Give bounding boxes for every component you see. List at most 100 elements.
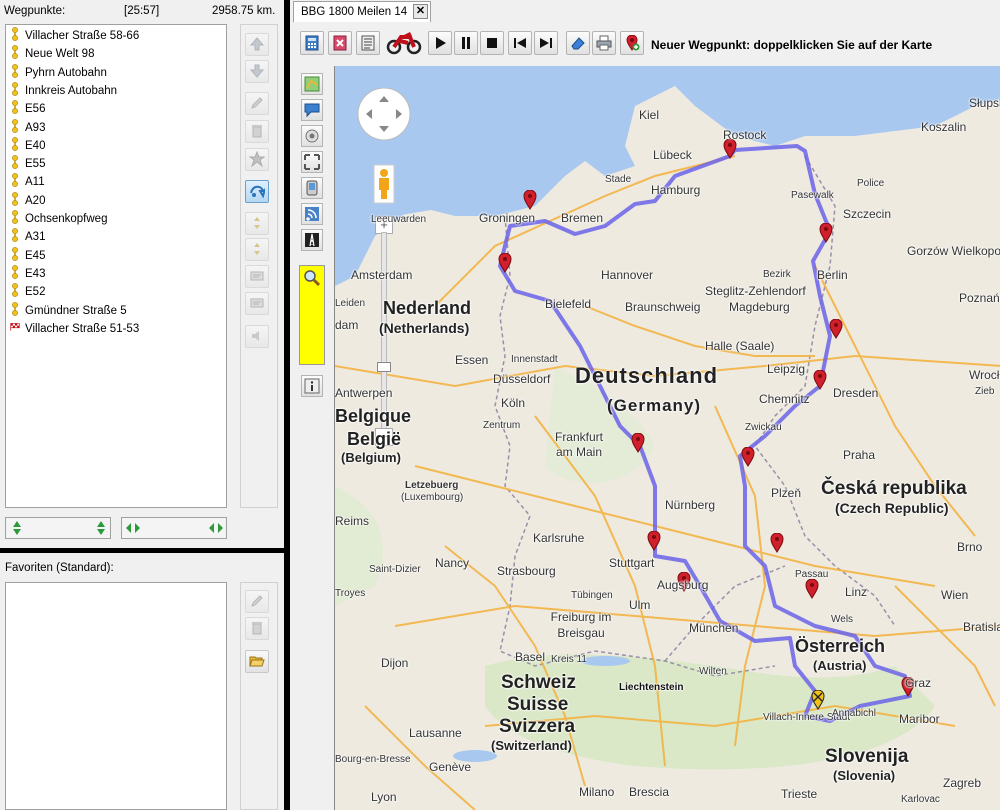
skip-back-button[interactable] [508,31,532,55]
star-favorite-button[interactable] [245,148,269,171]
close-icon[interactable]: ✕ [413,4,428,19]
waypoint-name: E45 [25,249,46,262]
route-marker[interactable] [647,531,661,551]
route-marker[interactable] [829,319,843,339]
waypoint-item[interactable]: A93 [10,118,45,137]
pause-button[interactable] [454,31,478,55]
route-marker[interactable] [805,579,819,599]
waypoint-item[interactable]: E45 [10,246,46,265]
country-label: (Belgium) [341,450,401,465]
skip-forward-button[interactable] [534,31,558,55]
city-label: Leiden [335,298,366,309]
city-label: Kreis 11 [551,654,587,665]
route-calc-icon[interactable] [328,31,352,55]
play-button[interactable] [428,31,452,55]
open-folder-button[interactable] [245,650,269,673]
waypoint-nav-left-right[interactable] [121,517,227,539]
info-icon[interactable] [301,375,323,397]
move-up-button[interactable] [245,33,269,56]
delete-waypoint-button[interactable] [245,120,269,143]
print-icon[interactable] [592,31,616,55]
waypoint-item[interactable]: Villacher Straße 58-66 [10,27,139,45]
speech-bubble-icon[interactable] [301,99,323,121]
import-button[interactable] [245,265,269,288]
street-view-icon[interactable] [373,164,395,204]
waypoint-item[interactable]: E56 [10,100,45,118]
city-label: Essen [455,353,489,367]
route-marker[interactable] [523,190,537,210]
route-marker[interactable] [770,533,784,553]
city-label: Letzebuerg [405,480,459,491]
start-marker[interactable] [811,690,825,710]
city-label: Brno [957,540,983,554]
city-label: dam [335,318,359,332]
sort-down-button[interactable] [245,238,269,261]
route-marker[interactable] [498,253,512,273]
route-marker[interactable] [741,447,755,467]
waypoint-item[interactable]: A31 [10,228,45,246]
waypoint-item[interactable]: Neue Welt 98 [10,45,94,63]
map-layer-icon[interactable] [301,73,323,95]
edit-waypoint-button[interactable] [245,92,269,115]
pan-control[interactable] [356,86,412,142]
waypoint-item[interactable]: Innkreis Autobahn [10,81,117,100]
city-label: Plzeň [771,486,802,500]
route-marker[interactable] [819,223,833,243]
waypoint-item[interactable]: E40 [10,136,45,155]
waypoint-name: E43 [25,267,46,280]
delete-favorite-button[interactable] [245,617,269,640]
map-canvas[interactable] [335,66,1000,810]
calculator-icon[interactable] [300,31,324,55]
waypoint-item[interactable]: A20 [10,191,46,210]
device-icon[interactable] [301,177,323,199]
eraser-icon[interactable] [566,31,590,55]
waypoint-item[interactable]: Villacher Straße 51-53 [10,320,139,338]
waypoint-item[interactable]: Gmündner Straße 5 [10,301,127,320]
waypoint-item[interactable]: E52 [10,283,45,301]
route-marker[interactable] [631,433,645,453]
city-label: Braunschweig [625,300,701,314]
map-view[interactable]: + − Deutschland (Germany) Nederland (Net… [334,66,1000,810]
pin-icon [12,63,18,78]
panel-divider[interactable] [0,548,286,553]
waypoint-item[interactable]: Pyhrn Autobahn [10,63,107,82]
waypoint-list[interactable]: Villacher Straße 58-66 Neue Welt 98 Pyhrn … [5,24,227,508]
road-icon[interactable] [301,229,323,251]
fullscreen-icon[interactable] [301,151,323,173]
search-icon[interactable] [303,269,321,287]
route-marker[interactable] [723,139,737,159]
rss-icon[interactable] [301,203,323,225]
waypoint-item[interactable]: Ochsenkopfweg [10,210,107,228]
search-panel[interactable] [299,265,325,365]
route-marker[interactable] [813,370,827,390]
city-label: Hamburg [651,183,701,197]
city-label: Linz [845,585,868,599]
speaker-icon[interactable] [245,325,269,348]
waypoint-item[interactable]: E55 [10,155,45,173]
optimize-route-button[interactable] [245,180,269,203]
motorcycle-icon[interactable] [386,29,422,55]
city-label: Wels [831,614,854,625]
city-label: Genève [429,760,472,774]
city-label: Bratislava [963,620,1000,634]
favorites-list[interactable] [5,582,227,810]
city-label: Ulm [629,598,651,612]
tab-route[interactable]: BBG 1800 Meilen 14 ✕ [293,1,431,22]
list-icon[interactable] [356,31,380,55]
vertical-splitter[interactable] [284,0,290,810]
sort-up-button[interactable] [245,212,269,235]
zoom-slider-thumb[interactable] [377,362,391,372]
waypoint-nav-up-down[interactable] [5,517,111,539]
export-button[interactable] [245,292,269,315]
waypoint-item[interactable]: A11 [10,173,45,191]
pin-icon [12,27,18,41]
waypoint-name: A20 [25,194,46,207]
waypoint-item[interactable]: E43 [10,264,46,283]
edit-favorite-button[interactable] [245,590,269,613]
stop-button[interactable] [480,31,504,55]
pin-icon [12,264,18,279]
city-label: Lübeck [653,148,692,162]
move-down-button[interactable] [245,60,269,83]
new-waypoint-icon[interactable] [620,31,644,55]
target-icon[interactable] [301,125,323,147]
